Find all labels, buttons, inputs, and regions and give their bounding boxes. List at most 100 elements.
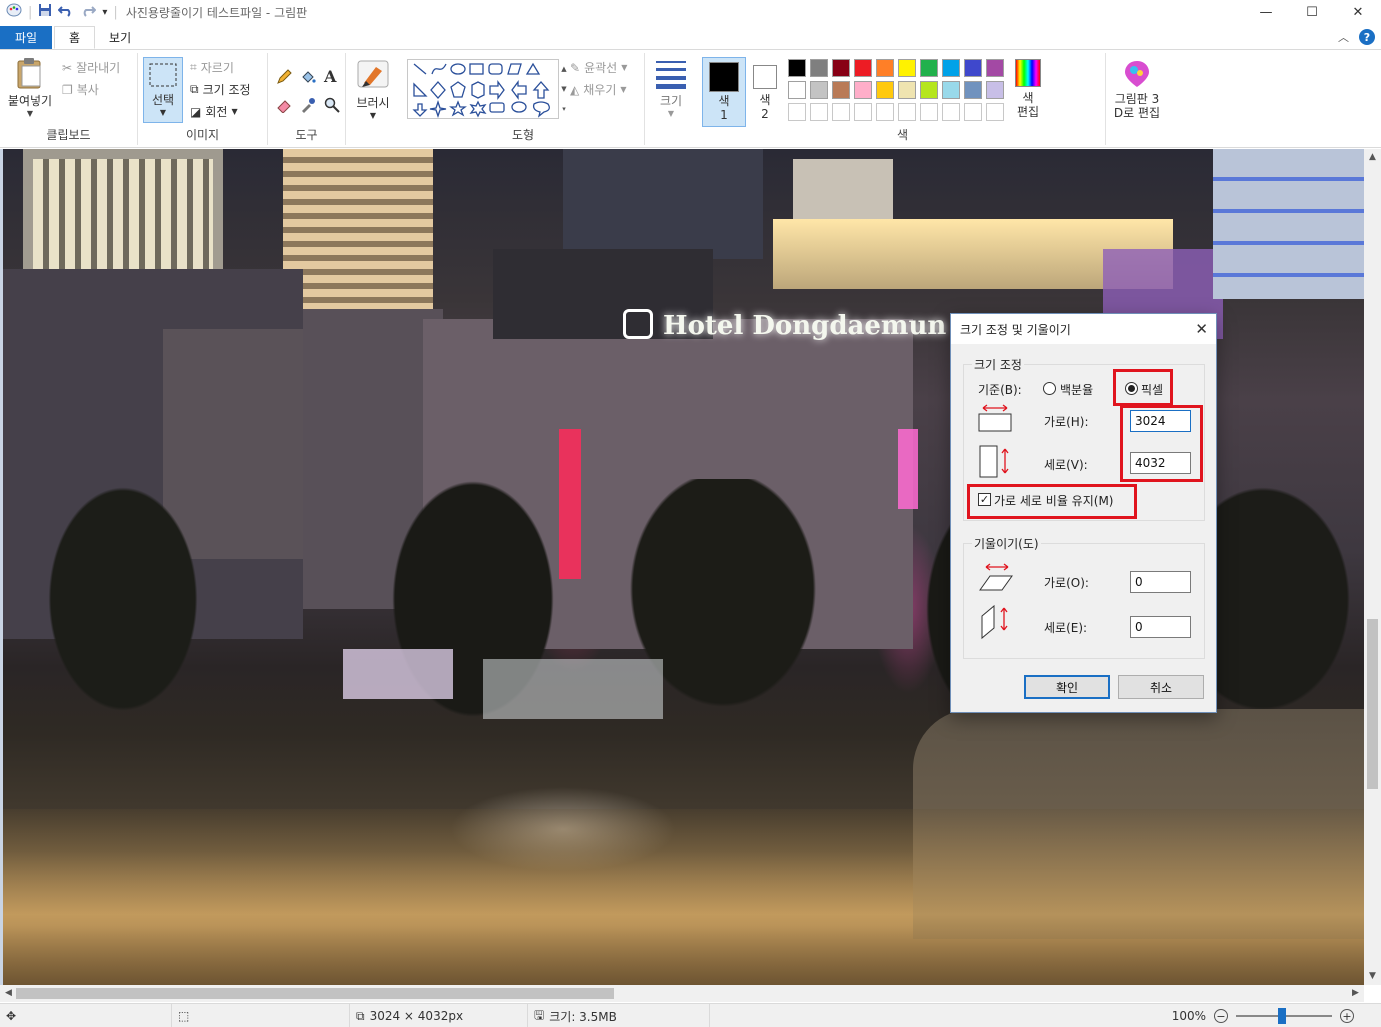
shapes-gallery[interactable] [407,59,559,119]
zoom-in-icon[interactable]: + [1340,1009,1354,1023]
shapes-icons [412,62,550,119]
color-picker-icon[interactable] [300,97,316,113]
size-button[interactable]: 크기 ▼ [651,59,691,118]
paste-icon [17,58,41,89]
shapes-gallery-scroll[interactable]: ▲ ▼ ▾ [560,59,568,119]
shapes-group-label: 도형 [511,128,535,142]
rotate-button[interactable]: ◪ 회전 ▼ [190,103,238,120]
highlight-pixel-option [1113,369,1173,406]
paint3d-label: 그림판 3 D로 편집 [1113,92,1161,120]
color-swatch[interactable] [788,81,806,99]
horizontal-scrollbar[interactable]: ◀ ▶ [0,985,1364,1002]
color2-button[interactable]: 색 2 [750,57,780,121]
copy-button[interactable]: ❐ 복사 [62,81,99,98]
cut-button[interactable]: ✂ 잘라내기 [62,59,120,76]
custom-color-swatch[interactable] [964,103,982,121]
selection-size: ⬚ [172,1004,350,1027]
pencil-icon[interactable] [276,69,292,85]
edit-colors-button[interactable]: 색 편집 [1010,57,1046,119]
rotate-label: 회전 [205,105,228,119]
minimize-button[interactable]: — [1243,0,1289,24]
color1-label: 색 1 [718,94,730,122]
undo-icon[interactable] [57,3,74,21]
color-swatch[interactable] [964,81,982,99]
image-dimensions: ⧉ 3024 × 4032px [350,1004,528,1027]
resize-button[interactable]: ⧉ 크기 조정 [190,81,251,98]
cancel-button[interactable]: 취소 [1118,675,1204,699]
edit-with-paint3d-button[interactable]: 그림판 3 D로 편집 [1108,59,1166,120]
resize-legend: 크기 조정 [972,356,1024,373]
custom-color-swatch[interactable] [832,103,850,121]
close-button[interactable]: ✕ [1335,0,1381,24]
zoom-out-icon[interactable]: − [1214,1009,1228,1023]
hotel-logo [623,309,653,339]
scroll-up-icon[interactable]: ▲ [1364,149,1381,166]
collapse-ribbon-icon[interactable]: ︿ [1338,29,1349,45]
vertical-scroll-thumb[interactable] [1367,619,1378,789]
color-swatch[interactable] [876,81,894,99]
color-swatch[interactable] [920,81,938,99]
scroll-left-icon[interactable]: ◀ [0,985,17,1002]
color-swatch[interactable] [788,59,806,77]
maximize-button[interactable]: ☐ [1289,0,1335,24]
color-swatch[interactable] [832,59,850,77]
color-swatch[interactable] [942,81,960,99]
color-swatch[interactable] [876,59,894,77]
tab-view[interactable]: 보기 [95,26,145,49]
color-swatch[interactable] [854,59,872,77]
vertical-scrollbar[interactable]: ▲ ▼ [1364,149,1381,985]
custom-color-swatch[interactable] [788,103,806,121]
eraser-icon[interactable] [276,97,292,113]
select-button[interactable]: 선택 ▼ [143,57,183,123]
horizontal-scroll-thumb[interactable] [16,988,614,999]
paint3d-group: 그림판 3 D로 편집 [1106,53,1168,145]
custom-color-swatch[interactable] [898,103,916,121]
color-swatch[interactable] [810,81,828,99]
scroll-down-icon[interactable]: ▼ [1364,968,1381,985]
building [793,159,893,219]
skew-vertical-input[interactable] [1130,616,1191,638]
color-swatch[interactable] [986,59,1004,77]
color-swatch[interactable] [964,59,982,77]
paste-button[interactable]: 붙여넣기 ▼ [4,57,56,118]
fill-bucket-icon[interactable] [300,69,316,85]
zoom-slider[interactable] [1236,1008,1332,1024]
zoom-slider-thumb[interactable] [1278,1008,1286,1024]
color-swatch[interactable] [942,59,960,77]
color-swatch[interactable] [832,81,850,99]
brush-button[interactable]: 브러시 ▼ [352,57,394,120]
scroll-right-icon[interactable]: ▶ [1347,985,1364,1002]
ok-button[interactable]: 확인 [1024,675,1110,699]
vertical-resize-icon [978,445,1012,482]
color-swatch[interactable] [986,81,1004,99]
custom-color-swatch[interactable] [920,103,938,121]
custom-color-swatch[interactable] [942,103,960,121]
tab-file[interactable]: 파일 [0,26,52,49]
color-swatch[interactable] [920,59,938,77]
color-swatch[interactable] [810,59,828,77]
redo-icon[interactable] [80,3,97,21]
custom-color-swatch[interactable] [810,103,828,121]
crop-button[interactable]: ⌗ 자르기 [190,59,234,76]
line-size-icon [656,61,686,89]
custom-color-swatch[interactable] [854,103,872,121]
outline-button[interactable]: ✎ 윤곽선 ▼ [570,59,627,76]
text-tool-icon[interactable]: A [324,67,336,86]
fill-button[interactable]: ◭ 채우기 ▼ [570,81,627,98]
save-icon[interactable] [38,3,52,21]
custom-color-swatch[interactable] [986,103,1004,121]
color-swatch[interactable] [898,81,916,99]
help-icon[interactable]: ? [1359,29,1375,45]
custom-color-swatch[interactable] [876,103,894,121]
percent-radio[interactable] [1043,382,1056,395]
tab-home[interactable]: 홈 [54,26,96,49]
title-bar: | ▾ | 사진용량줄이기 테스트파일 - 그림판 — ☐ ✕ [0,0,1381,24]
color-swatch[interactable] [854,81,872,99]
crop-icon: ⌗ [190,60,197,74]
skew-horizontal-input[interactable] [1130,571,1191,593]
dialog-close-icon[interactable]: ✕ [1195,320,1208,338]
magnifier-icon[interactable] [324,97,340,113]
customize-quick-access-icon[interactable]: ▾ [102,7,107,18]
color-swatch[interactable] [898,59,916,77]
color1-button[interactable]: 색 1 [702,57,746,127]
